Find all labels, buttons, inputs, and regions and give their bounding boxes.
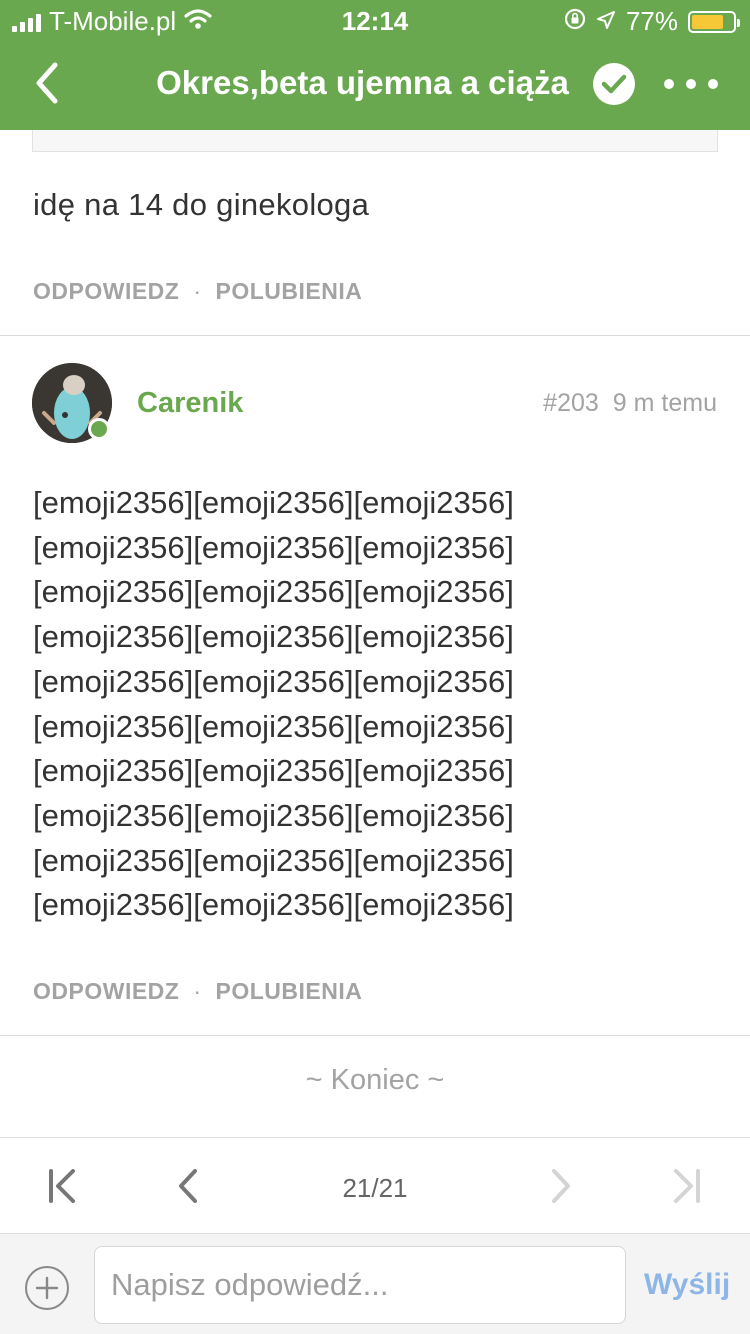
reply-input[interactable] (94, 1246, 626, 1324)
post-number[interactable]: #203 (543, 389, 599, 418)
likes-link[interactable]: POLUBIENIA (216, 278, 363, 305)
follow-thread-button[interactable] (593, 63, 635, 105)
post-body-line: [emoji2356][emoji2356][emoji2356] (33, 485, 514, 520)
nav-bar: Okres,beta ujemna a ciąża (0, 40, 750, 130)
action-separator: · (193, 278, 202, 304)
reply-link[interactable]: ODPOWIEDZ (33, 278, 179, 305)
status-bar: T-Mobile.pl 12:14 77% (0, 0, 750, 40)
checkmark-icon (601, 74, 627, 94)
post-body-line: [emoji2356][emoji2356][emoji2356] (33, 842, 514, 878)
battery-icon (688, 10, 740, 33)
post-body-line: [emoji2356][emoji2356][emoji2356] (33, 529, 514, 565)
reply-bar: Wyślij (0, 1233, 750, 1334)
action-separator: · (193, 978, 202, 1004)
orientation-lock-icon (564, 6, 586, 37)
post-body-line: [emoji2356][emoji2356][emoji2356] (33, 708, 514, 744)
last-page-button[interactable] (667, 1166, 707, 1206)
post-body-line: [emoji2356][emoji2356][emoji2356] (33, 753, 514, 789)
post-body-line: [emoji2356][emoji2356][emoji2356] (33, 797, 514, 833)
thread-title: Okres,beta ujemna a ciąża (156, 64, 569, 101)
last-page-icon (674, 1169, 700, 1203)
post-divider (0, 335, 750, 336)
post-body-line: [emoji2356][emoji2356][emoji2356] (33, 887, 514, 923)
chevron-right-icon (552, 1169, 570, 1203)
send-button[interactable]: Wyślij (644, 1268, 730, 1302)
page-indicator: 21/21 (342, 1173, 408, 1203)
post-divider (0, 1035, 750, 1036)
post-author[interactable]: Carenik (137, 387, 243, 420)
battery-percent: 77% (625, 6, 678, 36)
thread-end-label: ~ Koniec ~ (305, 1064, 445, 1096)
location-arrow-icon (596, 6, 616, 37)
post-body-line: [emoji2356][emoji2356][emoji2356] (33, 574, 514, 610)
post-meta: #203 9 m temu (543, 389, 717, 418)
back-button[interactable] (22, 58, 72, 108)
online-status-indicator (88, 418, 110, 440)
plus-circle-icon (35, 1276, 59, 1300)
reply-link[interactable]: ODPOWIEDZ (33, 978, 179, 1005)
chevron-left-icon (36, 62, 58, 104)
post-body-line: [emoji2356][emoji2356][emoji2356] (33, 619, 514, 655)
quote-box (32, 130, 718, 152)
add-attachment-button[interactable] (25, 1266, 69, 1310)
app-header: T-Mobile.pl 12:14 77% Okres,beta ujemna … (0, 0, 750, 130)
post-time: 9 m temu (612, 389, 717, 417)
next-page-button[interactable] (541, 1166, 581, 1206)
more-dots-icon (664, 79, 674, 89)
previous-post-actions: ODPOWIEDZ · POLUBIENIA (33, 278, 362, 305)
battery-fill (692, 14, 723, 29)
status-bar-right: 77% (564, 6, 740, 37)
previous-post-text: idę na 14 do ginekologa (33, 187, 370, 222)
post-body-line: [emoji2356][emoji2356][emoji2356] (33, 663, 514, 699)
likes-link[interactable]: POLUBIENIA (216, 978, 363, 1005)
post-actions: ODPOWIEDZ · POLUBIENIA (33, 978, 362, 1005)
post-body: [emoji2356][emoji2356][emoji2356] [emoji… (33, 481, 723, 928)
more-options-button[interactable] (664, 70, 718, 98)
pagination-bar: 21/21 (0, 1137, 750, 1233)
